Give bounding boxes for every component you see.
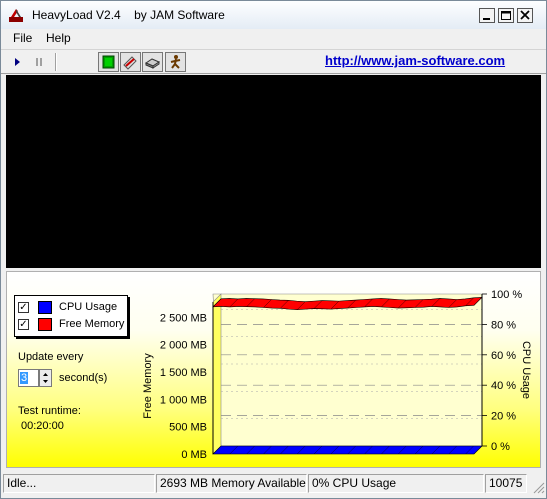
right-axis-tick-label: 40 % xyxy=(491,380,516,392)
write-disk-icon xyxy=(123,56,137,70)
resize-grip-icon[interactable] xyxy=(531,480,545,494)
right-axis-tick-label: 100 % xyxy=(491,289,522,301)
update-unit-label: second(s) xyxy=(59,372,108,384)
chart-left-wall xyxy=(212,293,222,455)
left-axis-tick-label: 2 500 MB xyxy=(160,312,207,324)
test-runtime-value: 00:20:00 xyxy=(21,420,64,432)
left-axis-tick-label: 1 500 MB xyxy=(160,367,207,379)
chart-legend: ✓ CPU Usage ✓ Free Memory xyxy=(14,295,128,337)
right-axis-label: CPU Usage xyxy=(520,341,532,399)
status-bar: Idle... 2693 MB Memory Available 0% CPU … xyxy=(1,472,546,496)
toolbar-separator xyxy=(55,53,57,71)
minimize-button[interactable] xyxy=(479,8,495,23)
left-axis-tick-label: 2 000 MB xyxy=(160,340,207,352)
app-icon xyxy=(9,9,23,22)
pause-button[interactable] xyxy=(29,52,50,72)
left-axis-tick-label: 500 MB xyxy=(169,422,207,434)
start-button[interactable] xyxy=(7,52,28,72)
left-axis-tick-label: 0 MB xyxy=(181,449,207,461)
free-memory-label: Free Memory xyxy=(59,318,125,330)
cpu-load-button[interactable] xyxy=(98,52,119,72)
write-disk-button[interactable] xyxy=(120,52,141,72)
minimize-icon xyxy=(483,18,490,20)
right-axis-tick-label: 20 % xyxy=(491,411,516,423)
walker-icon xyxy=(170,55,181,69)
allocate-memory-icon xyxy=(144,58,161,69)
cpu-usage-checkbox[interactable]: ✓ xyxy=(18,302,29,313)
legend-row-cpu: ✓ CPU Usage xyxy=(18,300,126,316)
menu-bar: File Help xyxy=(1,29,546,48)
update-interval-spinner[interactable] xyxy=(39,369,52,387)
window-title: HeavyLoad V2.4 by JAM Software xyxy=(32,8,225,22)
maximize-button[interactable] xyxy=(498,8,514,23)
load-graph-area xyxy=(6,75,541,268)
main-window: HeavyLoad V2.4 by JAM Software File Help xyxy=(0,0,547,499)
cpu-usage-label: CPU Usage xyxy=(59,301,118,313)
pause-icon xyxy=(36,58,42,66)
right-axis-tick-label: 80 % xyxy=(491,319,516,331)
cpu-usage-swatch xyxy=(38,301,52,314)
status-memory: 2693 MB Memory Available xyxy=(156,474,307,493)
left-axis-tick-label: 1 000 MB xyxy=(160,394,207,406)
close-button[interactable] xyxy=(517,8,533,23)
website-link[interactable]: http://www.jam-software.com xyxy=(325,53,505,68)
title-bar[interactable]: HeavyLoad V2.4 by JAM Software xyxy=(1,1,546,29)
update-interval-value: 3 xyxy=(20,372,29,384)
menu-file[interactable]: File xyxy=(13,31,32,45)
right-axis-tick-label: 60 % xyxy=(491,350,516,362)
chart-panel: 0 % 20 % 40 % 60 % 80 % 100 % 0 MB 500 MB 1 000 … xyxy=(6,271,541,468)
allocate-memory-button[interactable] xyxy=(142,52,163,72)
chart-back-wall xyxy=(212,293,483,447)
free-memory-swatch xyxy=(38,318,52,331)
checkbox-check-icon: ✓ xyxy=(19,302,28,313)
checkbox-check-icon: ✓ xyxy=(19,319,28,330)
play-icon xyxy=(15,58,20,66)
cpu-load-icon xyxy=(102,55,115,69)
close-icon xyxy=(520,10,530,20)
spinner-arrows-icon xyxy=(43,373,48,383)
legend-row-memory: ✓ Free Memory xyxy=(18,317,126,333)
status-counter: 10075 xyxy=(485,474,527,493)
maximize-icon xyxy=(501,11,511,20)
right-axis-tick-label: 0 % xyxy=(491,441,510,453)
update-interval-input[interactable]: 3 xyxy=(18,369,39,387)
left-axis-label: Free Memory xyxy=(142,353,154,419)
update-every-label: Update every xyxy=(18,351,84,363)
free-memory-checkbox[interactable]: ✓ xyxy=(18,319,29,330)
test-runtime-label: Test runtime: xyxy=(18,405,81,417)
menu-help[interactable]: Help xyxy=(46,31,71,45)
status-cpu: 0% CPU Usage xyxy=(308,474,484,493)
status-state: Idle... xyxy=(3,474,155,493)
walker-button[interactable] xyxy=(165,52,186,72)
